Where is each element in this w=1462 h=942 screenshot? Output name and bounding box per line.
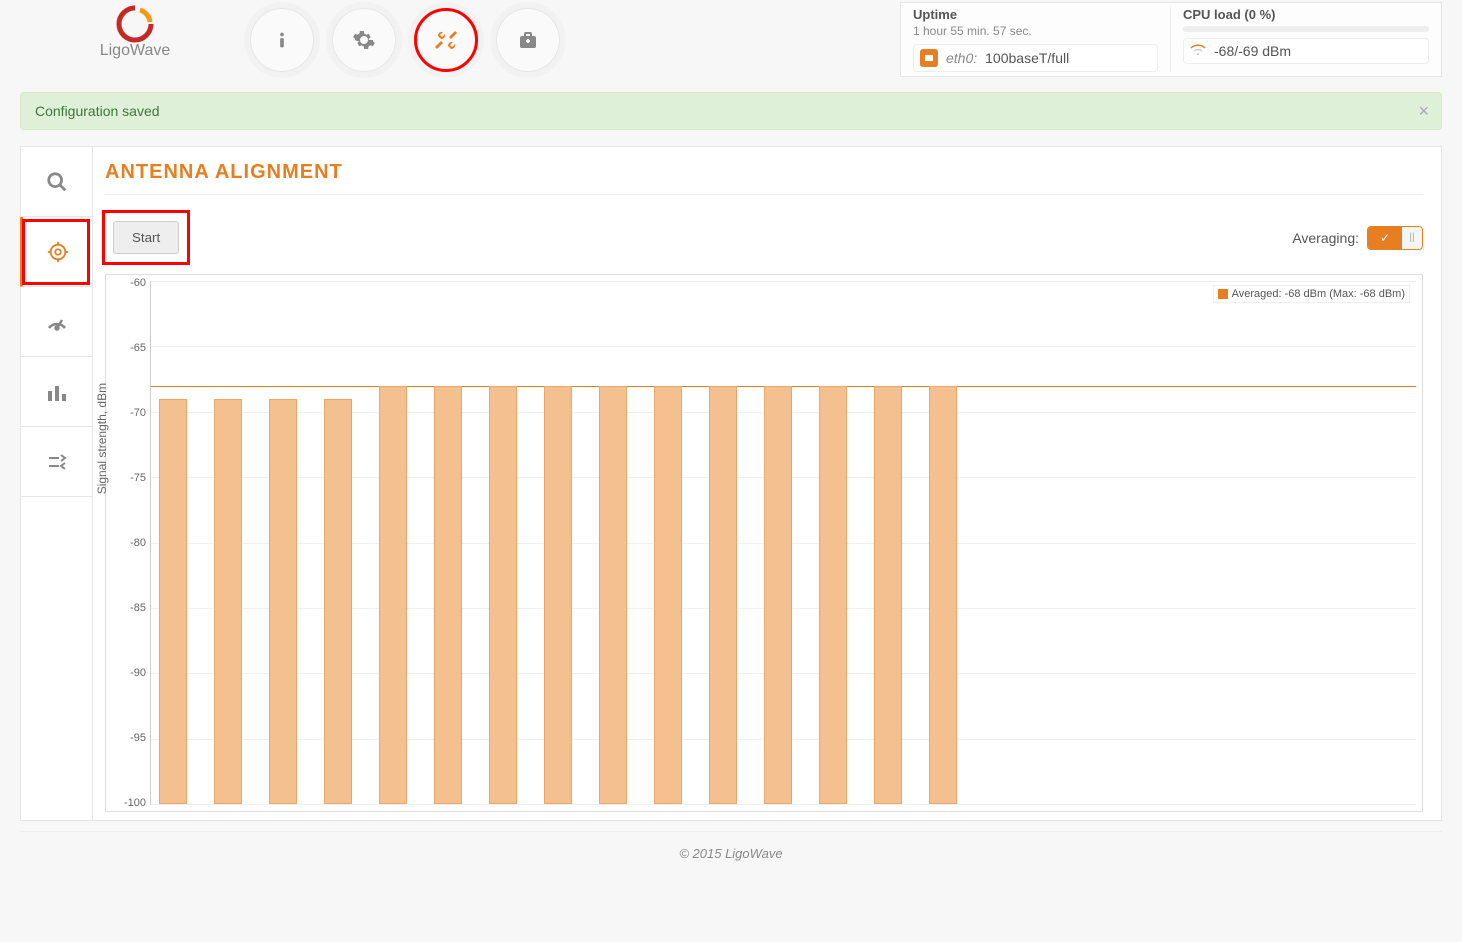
- nav-support-button[interactable]: [496, 8, 560, 72]
- eth-value: 100baseT/full: [985, 50, 1069, 66]
- start-button[interactable]: Start: [113, 221, 179, 254]
- chart-bar: [874, 386, 902, 804]
- chart-bar: [269, 399, 297, 804]
- cpu-bar: [1183, 26, 1429, 32]
- chart-bar: [434, 386, 462, 804]
- y-axis-label: Signal strength, dBm: [95, 383, 109, 494]
- alert-text: Configuration saved: [35, 103, 160, 119]
- nav-tools-button[interactable]: [414, 8, 478, 72]
- chart-bar: [544, 386, 572, 804]
- chart-bar: [159, 399, 187, 804]
- brand-text: LigoWave: [100, 42, 171, 60]
- eth-if: eth0:: [946, 50, 977, 66]
- nav-settings-button[interactable]: [332, 8, 396, 72]
- chart-bar: [929, 386, 957, 804]
- chart-bar: [819, 386, 847, 804]
- averaging-label: Averaging:: [1292, 230, 1359, 246]
- uptime-label: Uptime: [913, 7, 1158, 22]
- averaging-toggle[interactable]: ✓ ||: [1367, 226, 1423, 250]
- tab-antenna-alignment[interactable]: [20, 217, 92, 287]
- uptime-value: 1 hour 55 min. 57 sec.: [913, 24, 1158, 38]
- logo: LigoWave: [20, 0, 250, 60]
- tab-spectrum[interactable]: [21, 357, 92, 427]
- tab-link-test[interactable]: [21, 287, 92, 357]
- stats-panel: Uptime 1 hour 55 min. 57 sec. eth0: 100b…: [900, 2, 1442, 77]
- tab-ping-trace[interactable]: [21, 427, 92, 497]
- chart-bar: [654, 386, 682, 804]
- alert-success: Configuration saved ×: [20, 92, 1442, 130]
- page-title: ANTENNA ALIGNMENT: [105, 161, 1423, 195]
- chart-bar: [764, 386, 792, 804]
- cpu-label: CPU load (0 %): [1183, 7, 1429, 22]
- wifi-icon: [1190, 43, 1206, 59]
- tab-site-survey[interactable]: [21, 147, 92, 217]
- wifi-status: -68/-69 dBm: [1183, 38, 1429, 64]
- chart-bar: [379, 386, 407, 804]
- chart-bar: [599, 386, 627, 804]
- signal-chart: Signal strength, dBm -60-65-70-75-80-85-…: [105, 274, 1423, 812]
- check-icon: ✓: [1368, 227, 1402, 249]
- footer-text: © 2015 LigoWave: [20, 831, 1442, 875]
- chart-bar: [489, 386, 517, 804]
- wifi-value: -68/-69 dBm: [1214, 43, 1291, 59]
- alert-close-icon[interactable]: ×: [1418, 101, 1429, 122]
- eth-status: eth0: 100baseT/full: [913, 44, 1158, 72]
- chart-bar: [324, 399, 352, 804]
- ethernet-icon: [920, 49, 938, 67]
- pause-icon: ||: [1402, 227, 1422, 249]
- chart-bar: [709, 386, 737, 804]
- chart-bar: [214, 399, 242, 804]
- nav-info-button[interactable]: [250, 8, 314, 72]
